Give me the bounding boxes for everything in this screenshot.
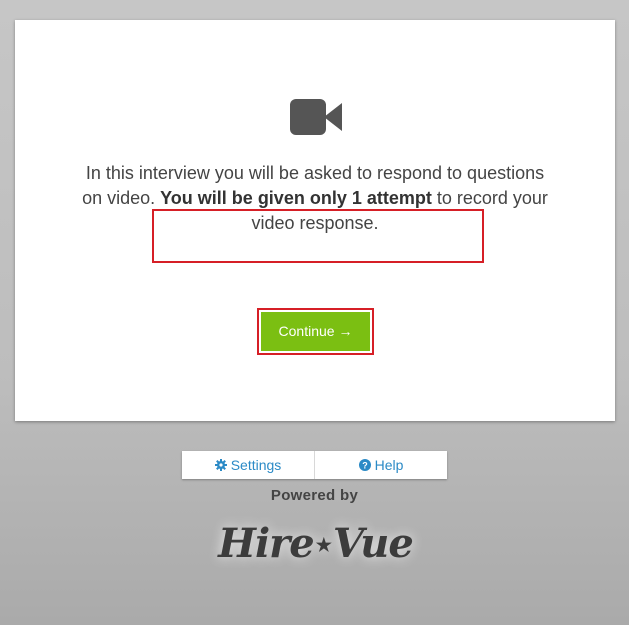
help-button[interactable]: ? Help	[314, 451, 447, 479]
gear-icon	[214, 459, 227, 471]
svg-text:?: ?	[362, 461, 368, 471]
hirevue-logo: Hire ★ Vue	[218, 512, 414, 574]
logo-text-right: Vue	[332, 519, 414, 567]
settings-button[interactable]: Settings	[182, 451, 314, 479]
logo-text-left: Hire	[218, 519, 315, 567]
logo-star-icon: ★	[315, 534, 332, 556]
continue-button[interactable]: Continue →	[261, 312, 370, 351]
footer-button-group: Settings ? Help	[182, 451, 447, 479]
video-camera-icon	[290, 99, 342, 135]
help-label: Help	[374, 457, 404, 473]
settings-label: Settings	[230, 457, 282, 473]
question-circle-icon: ?	[358, 459, 371, 471]
message-attempt-emphasis: You will be given only 1 attempt	[160, 188, 432, 208]
powered-by-text: Powered by	[270, 487, 359, 504]
attempt-highlight-box	[152, 209, 484, 263]
intro-card: In this interview you will be asked to r…	[15, 20, 615, 421]
